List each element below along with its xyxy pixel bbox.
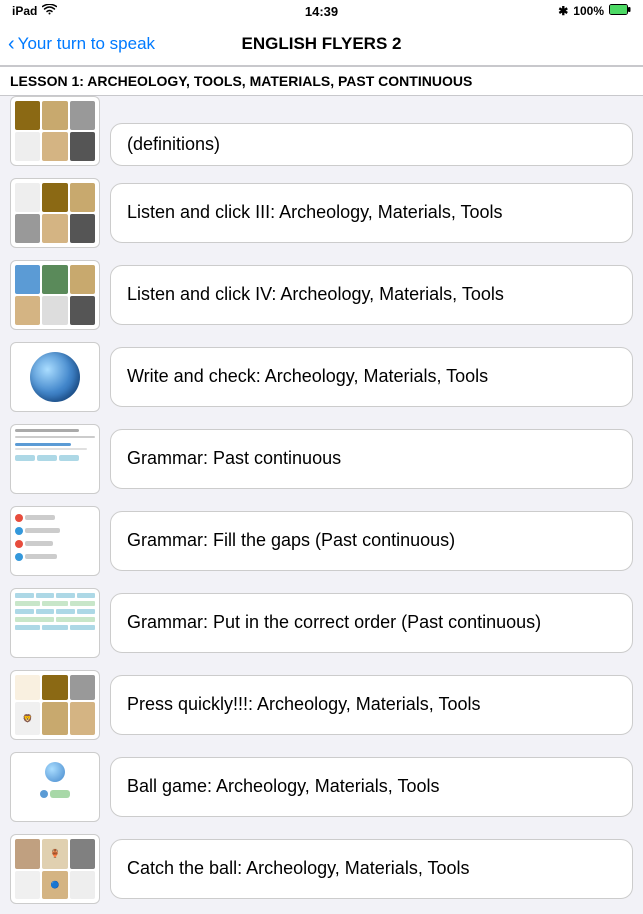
wifi-icon <box>42 4 57 18</box>
battery-icon <box>609 4 631 18</box>
item-label-1[interactable]: Listen and click III: Archeology, Materi… <box>110 183 633 243</box>
thumb-6 <box>10 588 100 658</box>
item-label-3[interactable]: Write and check: Archeology, Materials, … <box>110 347 633 407</box>
ipad-label: iPad <box>12 4 37 18</box>
item-label-7[interactable]: Press quickly!!!: Archeology, Materials,… <box>110 675 633 735</box>
thumb-7: 🦁 <box>10 670 100 740</box>
thumb-5 <box>10 506 100 576</box>
back-label: Your turn to speak <box>18 34 155 54</box>
status-right: ✱ 100% <box>558 4 631 18</box>
battery-label: 100% <box>573 4 604 18</box>
list-item[interactable]: Grammar: Put in the correct order (Past … <box>0 582 643 664</box>
list-item[interactable]: Grammar: Past continuous <box>0 418 643 500</box>
item-label-5[interactable]: Grammar: Fill the gaps (Past continuous) <box>110 511 633 571</box>
partial-definitions-row[interactable]: (definitions) <box>0 96 643 172</box>
thumb-4 <box>10 424 100 494</box>
lesson-header: LESSON 1: ARCHEOLOGY, TOOLS, MATERIALS, … <box>0 66 643 96</box>
list-item[interactable]: Write and check: Archeology, Materials, … <box>0 336 643 418</box>
item-label-2[interactable]: Listen and click IV: Archeology, Materia… <box>110 265 633 325</box>
thumb-3 <box>10 342 100 412</box>
thumb-2 <box>10 260 100 330</box>
status-left: iPad <box>12 4 57 18</box>
thumb-8 <box>10 752 100 822</box>
list-item[interactable]: Listen and click IV: Archeology, Materia… <box>0 254 643 336</box>
thumb-1 <box>10 178 100 248</box>
list-item[interactable]: 🦁 Press quickly!!!: Archeology, Material… <box>0 664 643 746</box>
definitions-label[interactable]: (definitions) <box>110 123 633 166</box>
scroll-content: (definitions) Listen and click III: Arch… <box>0 96 643 914</box>
thumb-definitions <box>10 96 100 166</box>
item-label-9[interactable]: Catch the ball: Archeology, Materials, T… <box>110 839 633 899</box>
list-item[interactable]: Ball game: Archeology, Materials, Tools <box>0 746 643 828</box>
nav-title: ENGLISH FLYERS 2 <box>242 34 402 54</box>
bluetooth-icon: ✱ <box>558 4 568 18</box>
back-chevron-icon: ‹ <box>8 34 15 54</box>
item-label-8[interactable]: Ball game: Archeology, Materials, Tools <box>110 757 633 817</box>
item-label-4[interactable]: Grammar: Past continuous <box>110 429 633 489</box>
status-bar: iPad 14:39 ✱ 100% <box>0 0 643 22</box>
nav-bar: ‹ Your turn to speak ENGLISH FLYERS 2 <box>0 22 643 66</box>
status-time: 14:39 <box>305 4 338 19</box>
list-item[interactable]: Grammar: Fill the gaps (Past continuous) <box>0 500 643 582</box>
back-button[interactable]: ‹ Your turn to speak <box>8 34 155 54</box>
list-item[interactable]: 🏺 🔵 Catch the ball: Archeology, Material… <box>0 828 643 914</box>
thumb-9: 🏺 🔵 <box>10 834 100 904</box>
item-label-6[interactable]: Grammar: Put in the correct order (Past … <box>110 593 633 653</box>
list-item[interactable]: Listen and click III: Archeology, Materi… <box>0 172 643 254</box>
